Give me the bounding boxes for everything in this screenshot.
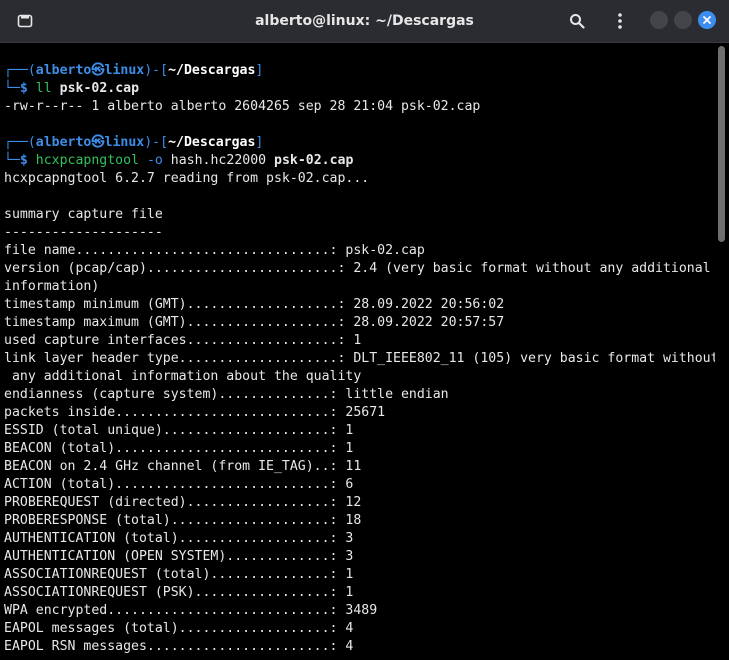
summary-line: timestamp minimum (GMT).................…	[4, 297, 505, 312]
title-bar: alberto@linux: ~/Descargas	[0, 0, 729, 43]
command-line: └─$ ll psk-02.cap	[4, 81, 140, 96]
summary-line: information)	[4, 279, 100, 294]
terminal-output[interactable]: ┌──(alberto㉿linux)-[~/Descargas] └─$ ll …	[0, 43, 715, 660]
minimize-button[interactable]	[650, 11, 668, 29]
maximize-button[interactable]	[674, 11, 692, 29]
scrollbar-thumb[interactable]	[718, 46, 725, 242]
summary-line: ACTION (total)..........................…	[4, 477, 354, 492]
summary-line: link layer header type..................…	[4, 351, 715, 366]
summary-line: EAPOL RSN messages......................…	[4, 639, 354, 654]
command-line: └─$ hcxpcapngtool -o hash.hc22000 psk-02…	[4, 153, 354, 168]
summary-line: AUTHENTICATION (total)..................…	[4, 531, 354, 546]
summary-line: file name...............................…	[4, 243, 425, 258]
summary-line: packets inside..........................…	[4, 405, 386, 420]
ls-output: -rw-r--r-- 1 alberto alberto 2604265 sep…	[4, 99, 481, 114]
summary-line: any additional information about the qua…	[4, 369, 362, 384]
summary-line: ASSOCIATIONREQUEST (total)..............…	[4, 567, 354, 582]
search-icon[interactable]	[565, 9, 589, 33]
prompt-line: ┌──(alberto㉿linux)-[~/Descargas]	[4, 135, 264, 150]
close-button[interactable]	[698, 11, 716, 29]
summary-line: ASSOCIATIONREQUEST (PSK)................…	[4, 585, 354, 600]
summary-line: BEACON (total)..........................…	[4, 441, 354, 456]
summary-line: endianness (capture system).............…	[4, 387, 449, 402]
summary-lines: file name...............................…	[0, 242, 715, 656]
terminal-window: alberto@linux: ~/Descargas ┌──(alberto㉿l…	[0, 0, 729, 660]
summary-title: summary capture file	[4, 207, 163, 222]
summary-line: EAPOL messages (total)..................…	[4, 621, 354, 636]
summary-rule: --------------------	[4, 225, 163, 240]
tool-header: hcxpcapngtool 6.2.7 reading from psk-02.…	[4, 171, 370, 186]
summary-line: version (pcap/cap)......................…	[4, 261, 711, 276]
summary-line: timestamp maximum (GMT).................…	[4, 315, 505, 330]
summary-line: ESSID (total unique)....................…	[4, 423, 354, 438]
summary-line: PROBERESPONSE (total)...................…	[4, 513, 362, 528]
summary-line: AUTHENTICATION (OPEN SYSTEM)............…	[4, 549, 354, 564]
summary-line: BEACON on 2.4 GHz channel (from IE_TAG).…	[4, 459, 362, 474]
summary-line: PROBEREQUEST (directed).................…	[4, 495, 362, 510]
kebab-menu-icon[interactable]	[608, 9, 632, 33]
summary-line: used capture interfaces.................…	[4, 333, 362, 348]
prompt-line: ┌──(alberto㉿linux)-[~/Descargas]	[4, 63, 264, 78]
close-icon	[703, 16, 711, 24]
summary-line: WPA encrypted...........................…	[4, 603, 378, 618]
